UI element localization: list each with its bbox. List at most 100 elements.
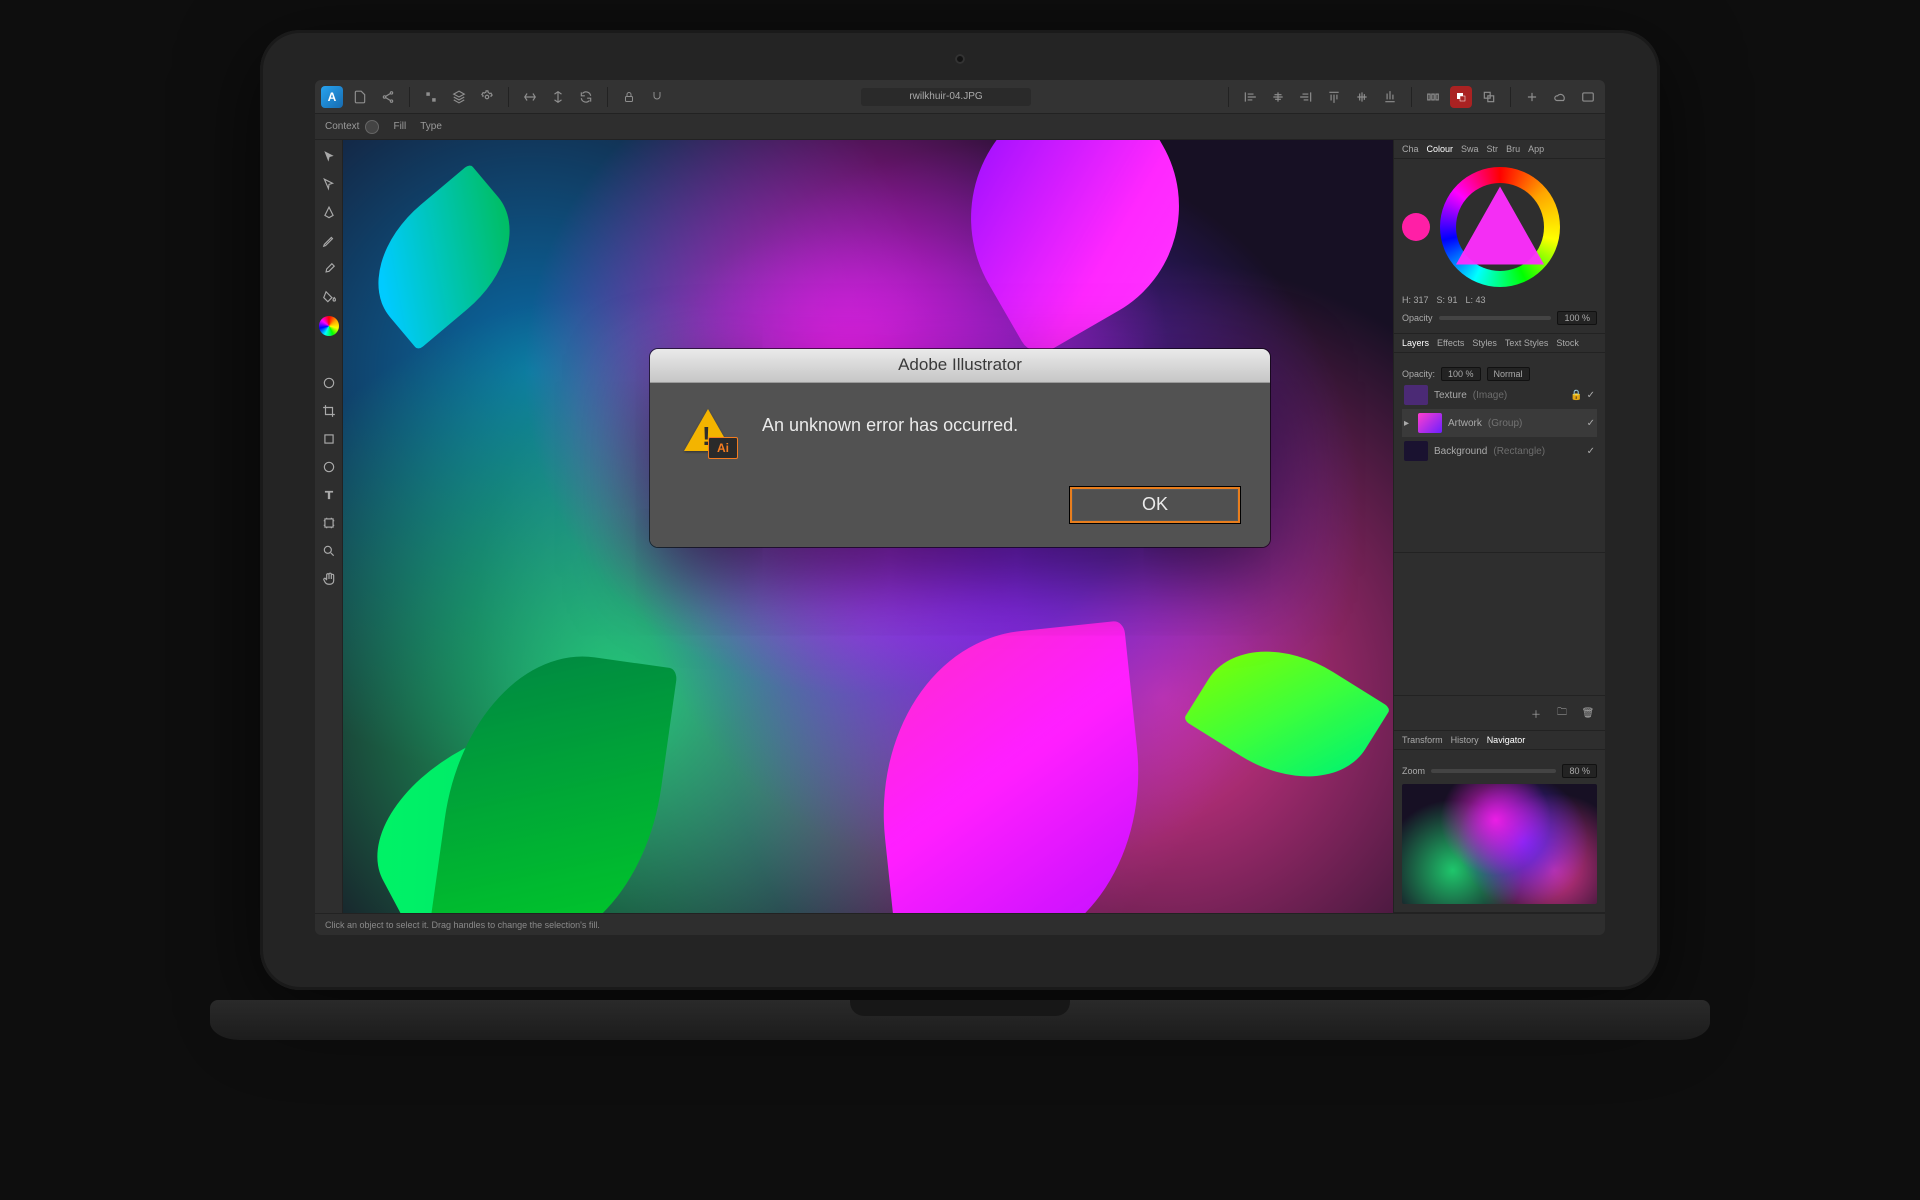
document-title: rwilkhuir-04.JPG bbox=[861, 88, 1031, 106]
arrange-icon[interactable] bbox=[1478, 86, 1500, 108]
type-label: Type bbox=[420, 121, 442, 132]
layer-opacity-label: Opacity: bbox=[1402, 369, 1435, 379]
layers-footer: ＋ 🗀 🗑 bbox=[1394, 695, 1605, 731]
layers-panel-tabs: Layers Effects Styles Text Styles Stock bbox=[1394, 334, 1605, 353]
boolean-subtract-icon[interactable] bbox=[1450, 86, 1472, 108]
view-mode-icon[interactable] bbox=[1577, 86, 1599, 108]
align-center-h-icon[interactable] bbox=[1267, 86, 1289, 108]
brush-tool[interactable] bbox=[320, 260, 338, 278]
fill-tool[interactable] bbox=[320, 288, 338, 306]
align-left-icon[interactable] bbox=[1239, 86, 1261, 108]
pencil-tool[interactable] bbox=[320, 232, 338, 250]
visibility-icon[interactable]: ✓ bbox=[1587, 446, 1595, 457]
tab-stock[interactable]: Stock bbox=[1556, 338, 1579, 348]
flip-v-icon[interactable] bbox=[547, 86, 569, 108]
app-logo[interactable]: A bbox=[321, 86, 343, 108]
tab-transform[interactable]: Transform bbox=[1402, 735, 1443, 745]
selection-mode-icon[interactable] bbox=[420, 86, 442, 108]
tab-colour[interactable]: Colour bbox=[1427, 144, 1454, 154]
shape-tool[interactable] bbox=[320, 430, 338, 448]
zoom-slider[interactable] bbox=[1431, 769, 1556, 773]
align-right-icon[interactable] bbox=[1295, 86, 1317, 108]
layer-row[interactable]: ▸ Artwork (Group) ✓ bbox=[1402, 409, 1597, 437]
move-tool[interactable] bbox=[320, 148, 338, 166]
layer-name: Texture bbox=[1434, 390, 1467, 401]
crop-tool[interactable] bbox=[320, 402, 338, 420]
laptop-hinge-notch bbox=[850, 1000, 1070, 1016]
node-tool[interactable] bbox=[320, 176, 338, 194]
ok-button[interactable]: OK bbox=[1070, 487, 1240, 523]
layer-row[interactable]: Texture (Image) 🔒 ✓ bbox=[1402, 381, 1597, 409]
color-panel-tabs: Cha Colour Swa Str Bru App bbox=[1394, 140, 1605, 159]
color-wheel[interactable] bbox=[1440, 167, 1560, 287]
snap-icon[interactable] bbox=[646, 86, 668, 108]
align-center-v-icon[interactable] bbox=[1351, 86, 1373, 108]
share-icon[interactable] bbox=[377, 86, 399, 108]
context-label: Context bbox=[325, 120, 379, 134]
pen-tool[interactable] bbox=[320, 204, 338, 222]
hand-tool[interactable] bbox=[320, 570, 338, 588]
align-bottom-icon[interactable] bbox=[1379, 86, 1401, 108]
lock-icon[interactable]: 🔒 bbox=[1570, 390, 1582, 401]
screen-bezel: A bbox=[260, 30, 1660, 990]
transparency-tool[interactable] bbox=[320, 374, 338, 392]
layer-blend-value[interactable]: Normal bbox=[1487, 367, 1530, 381]
zoom-tool[interactable] bbox=[320, 542, 338, 560]
insert-icon[interactable] bbox=[1521, 86, 1543, 108]
layer-type: (Rectangle) bbox=[1493, 446, 1545, 457]
opacity-value[interactable]: 100 % bbox=[1557, 311, 1597, 325]
tab-text-styles[interactable]: Text Styles bbox=[1505, 338, 1549, 348]
error-dialog: Adobe Illustrator ! Ai An unknown error … bbox=[650, 349, 1270, 547]
layer-row[interactable]: Background (Rectangle) ✓ bbox=[1402, 437, 1597, 465]
tab-layers[interactable]: Layers bbox=[1402, 338, 1429, 348]
navigator-thumbnail[interactable] bbox=[1402, 784, 1597, 904]
file-icon[interactable] bbox=[349, 86, 371, 108]
right-panels: Cha Colour Swa Str Bru App bbox=[1393, 140, 1605, 913]
layer-opacity-value[interactable]: 100 % bbox=[1441, 367, 1481, 381]
dialog-body: ! Ai An unknown error has occurred. OK bbox=[650, 383, 1270, 547]
status-bar: Click an object to select it. Drag handl… bbox=[315, 913, 1605, 935]
artboard-tool[interactable] bbox=[320, 514, 338, 532]
tab-styles[interactable]: Styles bbox=[1472, 338, 1497, 348]
ai-badge-icon: Ai bbox=[708, 437, 738, 459]
layer-type: (Image) bbox=[1473, 390, 1507, 401]
ellipse-tool[interactable] bbox=[320, 458, 338, 476]
current-color-swatch[interactable] bbox=[1402, 213, 1430, 241]
h-value: H: 317 bbox=[1402, 295, 1429, 305]
layers-mode-icon[interactable] bbox=[448, 86, 470, 108]
tab-appearance[interactable]: App bbox=[1528, 144, 1544, 154]
visibility-icon[interactable]: ✓ bbox=[1587, 390, 1595, 401]
flip-h-icon[interactable] bbox=[519, 86, 541, 108]
tab-history[interactable]: History bbox=[1451, 735, 1479, 745]
tab-effects[interactable]: Effects bbox=[1437, 338, 1464, 348]
tab-swatches[interactable]: Swa bbox=[1461, 144, 1479, 154]
laptop-mockup: A bbox=[210, 30, 1710, 1100]
expand-icon[interactable]: ▸ bbox=[1404, 418, 1412, 429]
distribute-h-icon[interactable] bbox=[1422, 86, 1444, 108]
navigator-panel-tabs: Transform History Navigator bbox=[1394, 731, 1605, 750]
fill-label: Fill bbox=[393, 121, 406, 132]
visibility-icon[interactable]: ✓ bbox=[1587, 418, 1595, 429]
opacity-slider[interactable] bbox=[1439, 316, 1552, 320]
rotate-icon[interactable] bbox=[575, 86, 597, 108]
color-picker-tool[interactable] bbox=[319, 316, 339, 336]
color-panel: H: 317 S: 91 L: 43 Opacity 100 % bbox=[1394, 159, 1605, 334]
tab-navigator[interactable]: Navigator bbox=[1487, 735, 1526, 745]
lock-icon[interactable] bbox=[618, 86, 640, 108]
cloud-icon[interactable] bbox=[1549, 86, 1571, 108]
tab-cha[interactable]: Cha bbox=[1402, 144, 1419, 154]
text-tool[interactable] bbox=[320, 486, 338, 504]
gradient-tool[interactable] bbox=[320, 346, 338, 364]
zoom-value[interactable]: 80 % bbox=[1562, 764, 1597, 778]
tab-stroke[interactable]: Str bbox=[1487, 144, 1499, 154]
settings-icon[interactable] bbox=[476, 86, 498, 108]
folder-icon[interactable]: 🗀 bbox=[1553, 704, 1571, 722]
layers-panel: Opacity: 100 % Normal Texture (Image) 🔒 bbox=[1394, 353, 1605, 553]
align-top-icon[interactable] bbox=[1323, 86, 1345, 108]
tab-brushes[interactable]: Bru bbox=[1506, 144, 1520, 154]
context-swatch-icon[interactable] bbox=[365, 120, 379, 134]
add-layer-icon[interactable]: ＋ bbox=[1527, 704, 1545, 722]
l-value: L: 43 bbox=[1466, 295, 1486, 305]
delete-icon[interactable]: 🗑 bbox=[1579, 704, 1597, 722]
layer-name: Artwork bbox=[1448, 418, 1482, 429]
